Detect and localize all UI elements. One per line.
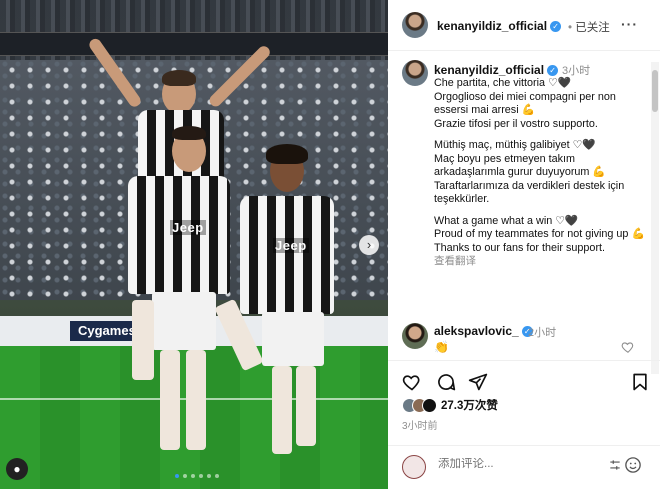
comment-username[interactable]: alekspavlovic_ ✓ bbox=[434, 324, 533, 338]
post-timestamp: 3小时前 bbox=[402, 421, 438, 432]
stadium-banner bbox=[0, 32, 388, 56]
emoji-sticker-icon[interactable] bbox=[402, 455, 426, 479]
comment-like-icon[interactable] bbox=[621, 340, 635, 354]
likes-count[interactable]: 27.3万次赞 bbox=[441, 397, 498, 413]
comment-time: 2小时 bbox=[528, 327, 557, 339]
post-photo[interactable]: Cygames Jeep Jeep › ● bbox=[0, 0, 388, 489]
comment-text: 👏 bbox=[434, 340, 449, 354]
verified-badge-icon: ✓ bbox=[550, 21, 562, 32]
bookmark-icon[interactable] bbox=[630, 372, 650, 392]
post-caption: Che partita, che vittoria ♡🖤 Orgoglioso … bbox=[434, 77, 648, 269]
carousel-dot[interactable] bbox=[191, 474, 195, 478]
caption-english: What a game what a win ♡🖤 Proud of my te… bbox=[434, 214, 645, 254]
scrollbar-thumb[interactable] bbox=[652, 70, 658, 112]
share-send-icon[interactable] bbox=[468, 372, 488, 392]
following-status[interactable]: • 已关注 bbox=[568, 19, 610, 35]
likes-summary[interactable]: 27.3万次赞 bbox=[402, 397, 498, 413]
instagram-post-window: Cygames Jeep Jeep › ● kenanyildiz_offici… bbox=[0, 0, 660, 489]
comment-input[interactable] bbox=[438, 458, 598, 470]
tagged-users-button[interactable]: ● bbox=[6, 458, 28, 480]
see-translation-link[interactable]: 查看翻译 bbox=[434, 255, 648, 269]
more-options-icon[interactable]: ··· bbox=[621, 16, 638, 32]
next-photo-button[interactable]: › bbox=[359, 235, 379, 255]
carousel-dot[interactable] bbox=[207, 474, 211, 478]
author-username-header[interactable]: kenanyildiz_official ✓ bbox=[437, 19, 562, 33]
author-avatar[interactable] bbox=[402, 12, 428, 38]
jersey-sponsor-right: Jeep bbox=[273, 238, 309, 253]
like-heart-icon[interactable] bbox=[402, 372, 422, 392]
chevron-right-icon: › bbox=[366, 237, 372, 252]
user-icon: ● bbox=[13, 462, 21, 476]
carousel-dot[interactable] bbox=[183, 474, 187, 478]
caption-turkish: Müthiş maç, müthiş galibiyet ♡🖤 Maç boyu… bbox=[434, 139, 625, 205]
caption-time: 3小时 bbox=[562, 65, 591, 77]
caption-author[interactable]: kenanyildiz_official ✓ 3小时 bbox=[434, 62, 590, 78]
carousel-dots bbox=[175, 474, 219, 478]
comment-bubble-icon[interactable] bbox=[436, 372, 456, 392]
comment-avatar[interactable] bbox=[402, 323, 428, 349]
filter-sliders-icon[interactable] bbox=[608, 458, 622, 472]
caption-author-avatar[interactable] bbox=[402, 60, 428, 86]
liker-avatar bbox=[422, 397, 437, 413]
comments-scrollbar[interactable] bbox=[651, 62, 659, 374]
carousel-dot[interactable] bbox=[175, 474, 179, 478]
carousel-dot[interactable] bbox=[215, 474, 219, 478]
carousel-dot[interactable] bbox=[199, 474, 203, 478]
emoji-smile-icon[interactable] bbox=[624, 456, 642, 474]
caption-italian: Che partita, che vittoria ♡🖤 Orgoglioso … bbox=[434, 77, 616, 130]
jersey-sponsor-left: Jeep bbox=[170, 220, 206, 235]
verified-badge-icon: ✓ bbox=[547, 65, 559, 76]
